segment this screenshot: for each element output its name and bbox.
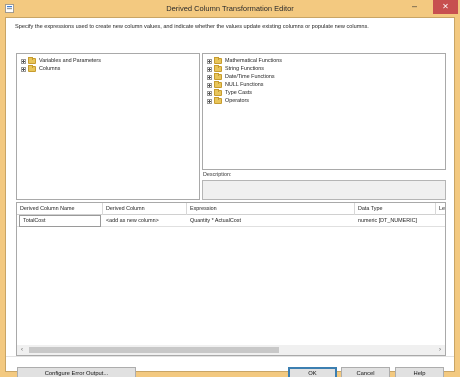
grid-header-row: Derived Column Name Derived Column Expre…: [17, 203, 445, 215]
tree-item-mathematical-functions[interactable]: Mathematical Functions: [207, 57, 282, 65]
variables-columns-tree[interactable]: Variables and Parameters Columns: [16, 53, 200, 200]
tree-item-type-casts[interactable]: Type Casts: [207, 89, 252, 97]
cell-derived-column[interactable]: <add as new column>: [103, 215, 187, 227]
tree-item-label: Variables and Parameters: [39, 58, 101, 64]
instruction-text: Specify the expressions used to create n…: [15, 24, 369, 30]
window-title: Derived Column Transformation Editor: [166, 4, 294, 13]
column-header-data-type[interactable]: Data Type: [355, 203, 436, 215]
expand-icon[interactable]: [207, 74, 212, 80]
folder-icon: [214, 65, 222, 72]
folder-icon: [214, 97, 222, 104]
cell-expression[interactable]: Quantity * ActualCost: [187, 215, 355, 227]
dialog-window: Derived Column Transformation Editor – □…: [0, 0, 460, 377]
ok-button[interactable]: OK: [288, 367, 337, 377]
tree-item-string-functions[interactable]: String Functions: [207, 65, 264, 73]
cell-derived-column-name[interactable]: TotalCost: [19, 215, 101, 227]
minimize-button[interactable]: –: [405, 0, 424, 14]
cell-data-type[interactable]: numeric [DT_NUMERIC]: [355, 215, 436, 227]
folder-icon: [28, 65, 36, 72]
title-bar[interactable]: Derived Column Transformation Editor – □…: [0, 0, 460, 17]
divider: [6, 356, 454, 357]
tree-item-label: Columns: [39, 66, 61, 72]
expand-icon[interactable]: [207, 98, 212, 104]
configure-error-output-button[interactable]: Configure Error Output...: [17, 367, 136, 377]
tree-item-label: NULL Functions: [225, 82, 264, 88]
scrollbar-thumb[interactable]: [29, 347, 279, 353]
folder-icon: [214, 89, 222, 96]
tree-item-columns[interactable]: Columns: [21, 65, 60, 73]
horizontal-scrollbar[interactable]: ‹ ›: [17, 345, 445, 355]
folder-icon: [214, 57, 222, 64]
tree-item-date-time-functions[interactable]: Date/Time Functions: [207, 73, 275, 81]
column-header-length[interactable]: Le: [436, 203, 445, 215]
tree-item-label: Date/Time Functions: [225, 74, 275, 80]
tree-item-label: Mathematical Functions: [225, 58, 282, 64]
functions-tree[interactable]: Mathematical Functions String Functions …: [202, 53, 446, 170]
tree-item-null-functions[interactable]: NULL Functions: [207, 81, 263, 89]
folder-icon: [28, 57, 36, 64]
expand-icon[interactable]: [21, 58, 26, 64]
expand-icon[interactable]: [207, 66, 212, 72]
cell-length[interactable]: [436, 215, 445, 227]
derived-columns-grid[interactable]: Derived Column Name Derived Column Expre…: [16, 202, 446, 356]
expand-icon[interactable]: [21, 66, 26, 72]
column-header-derived-column-name[interactable]: Derived Column Name: [17, 203, 103, 215]
close-button[interactable]: ✕: [433, 0, 458, 14]
help-button[interactable]: Help: [395, 367, 444, 377]
dialog-body: Specify the expressions used to create n…: [5, 17, 455, 377]
tree-item-label: Operators: [225, 98, 249, 104]
column-header-derived-column[interactable]: Derived Column: [103, 203, 187, 215]
table-row[interactable]: TotalCost <add as new column> Quantity *…: [17, 215, 445, 227]
column-header-expression[interactable]: Expression: [187, 203, 355, 215]
expand-icon[interactable]: [207, 90, 212, 96]
scroll-left-icon[interactable]: ‹: [17, 345, 27, 355]
folder-icon: [214, 73, 222, 80]
tree-item-variables-and-parameters[interactable]: Variables and Parameters: [21, 57, 101, 65]
folder-icon: [214, 81, 222, 88]
tree-item-label: String Functions: [225, 66, 264, 72]
expand-icon[interactable]: [207, 58, 212, 64]
expand-icon[interactable]: [207, 82, 212, 88]
description-label: Description:: [203, 172, 232, 178]
tree-item-operators[interactable]: Operators: [207, 97, 249, 105]
tree-item-label: Type Casts: [225, 90, 252, 96]
scroll-right-icon[interactable]: ›: [435, 345, 445, 355]
description-box: [202, 180, 446, 200]
cancel-button[interactable]: Cancel: [341, 367, 390, 377]
